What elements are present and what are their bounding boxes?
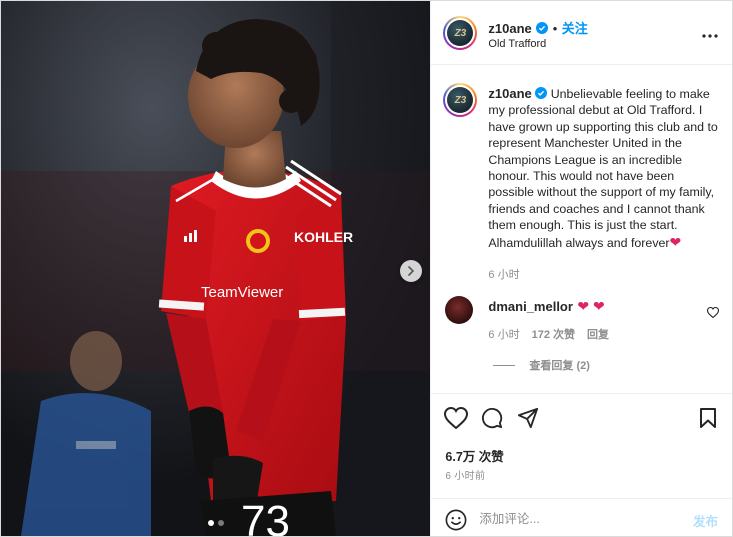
bookmark-icon (700, 408, 717, 428)
carousel-next-button[interactable] (400, 260, 422, 282)
likes-count[interactable]: 6.7万 次赞 (445, 446, 503, 465)
avatar-monogram: Z3 (447, 20, 474, 46)
divider-line (493, 364, 516, 366)
post-photo[interactable]: KOHLER TeamViewer 73 (1, 1, 431, 536)
caption-text: Unbelievable feeling to make my professi… (488, 87, 718, 250)
verified-badge-icon (535, 87, 548, 99)
carousel-dot-active (208, 520, 214, 526)
like-button[interactable] (444, 406, 469, 434)
comment-input[interactable] (479, 509, 680, 529)
sponsor-text: KOHLER (294, 229, 353, 245)
save-button[interactable] (699, 408, 717, 433)
add-comment-bar: 发布 (431, 498, 732, 537)
comment-likes[interactable]: 172 次赞 (532, 326, 575, 342)
carousel-dot (218, 520, 224, 526)
follow-button[interactable]: 关注 (562, 21, 588, 36)
heart-outline-icon (444, 406, 469, 430)
location-link[interactable]: Old Trafford (488, 38, 546, 50)
emoji-button[interactable] (445, 509, 467, 536)
instagram-post-modal: KOHLER TeamViewer 73 Z3 z10ane • 关注 Old … (0, 0, 733, 537)
comment-reply-button[interactable]: 回复 (587, 326, 609, 342)
heart-outline-icon (707, 306, 720, 319)
post-actions: 6.7万 次赞 6 小时前 发布 (431, 393, 732, 537)
comment-meta: 6 小时 172 次赞 回复 (488, 326, 609, 342)
caption: z10ane Unbelievable feeling to make my p… (488, 86, 722, 282)
comment-hearts: ❤ ❤ (577, 298, 605, 314)
more-options-button[interactable] (702, 25, 718, 43)
comment-button[interactable] (481, 407, 503, 434)
chevron-right-icon (408, 266, 415, 276)
separator-dot: • (552, 21, 558, 36)
caption-avatar[interactable]: Z3 (443, 83, 478, 117)
caption-heart-emoji: ❤ (669, 233, 682, 250)
shirt-number: 73 (241, 497, 290, 536)
view-replies-button[interactable]: 查看回复 (2) (493, 357, 590, 373)
post-time: 6 小时前 (445, 471, 486, 482)
post-comment-button[interactable]: 发布 (693, 511, 718, 530)
comment-avatar[interactable] (445, 296, 474, 324)
view-replies-label: 查看回复 (2) (529, 360, 590, 372)
comment-bubble-icon (482, 408, 503, 429)
player-photo-illustration: KOHLER TeamViewer 73 (1, 1, 431, 536)
caption-username[interactable]: z10ane (488, 86, 531, 101)
comment-username[interactable]: dmani_mellor (488, 299, 573, 314)
comment-like-button[interactable] (707, 305, 720, 323)
caption-avatar-monogram: Z3 (447, 87, 474, 113)
verified-badge-icon (536, 22, 549, 34)
header-avatar[interactable]: Z3 (443, 16, 478, 50)
more-horizontal-icon (702, 34, 718, 38)
carousel-indicator (208, 520, 224, 526)
post-side-panel: Z3 z10ane • 关注 Old Trafford Z3 z10ane Un… (430, 1, 732, 536)
post-header: Z3 z10ane • 关注 Old Trafford (431, 1, 732, 65)
brand-text: TeamViewer (201, 284, 283, 301)
smiley-icon (445, 509, 467, 531)
share-button[interactable] (517, 407, 539, 434)
comment-time: 6 小时 (488, 329, 520, 341)
header-username[interactable]: z10ane (488, 21, 531, 36)
comment-item: dmani_mellor ❤ ❤ (488, 298, 604, 316)
paper-plane-icon (518, 407, 539, 429)
caption-time: 6 小时 (488, 269, 520, 282)
